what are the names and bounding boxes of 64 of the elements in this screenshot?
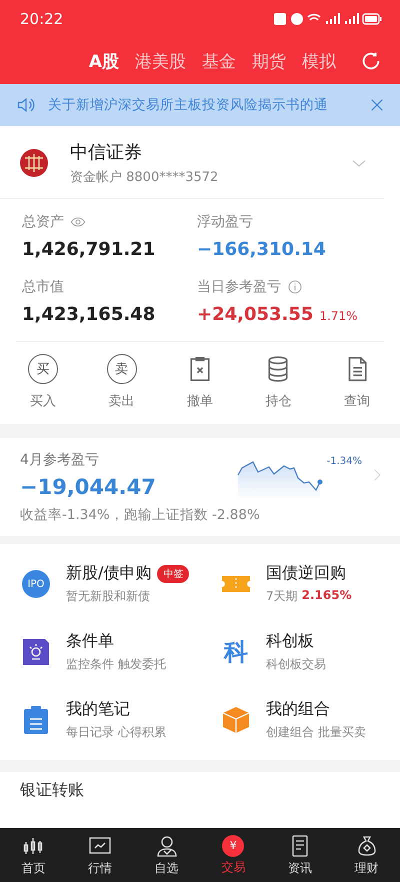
month-label: 4月参考盈亏 <box>20 451 100 469</box>
nav-tab[interactable]: 自选 <box>138 834 195 876</box>
service-item[interactable]: 条件单 监控条件 触发委托 <box>0 618 200 686</box>
yuan-icon: ¥ <box>222 834 244 856</box>
status-badge: 中签 <box>157 564 190 582</box>
stat-value: −166,310.14 <box>197 239 326 260</box>
speaker-icon <box>16 95 36 115</box>
service-title: 国债逆回购 <box>266 563 346 584</box>
service-item[interactable]: 科 科创板 科创板交易 <box>200 618 400 686</box>
broker-name: 中信证券 <box>70 141 143 164</box>
market-tab[interactable]: A股 <box>88 50 119 72</box>
ipo-icon: IPO <box>22 570 50 598</box>
service-item[interactable]: 我的组合 创建组合 批量买卖 <box>200 686 400 754</box>
nav-tab[interactable]: 首页 <box>5 834 62 876</box>
nav-tab[interactable]: ¥ 交易 <box>205 834 262 876</box>
stat-label: 总资产 <box>22 213 64 231</box>
user-icon <box>154 834 179 858</box>
service-subtitle: 每日记录 心得积累 <box>66 724 166 741</box>
service-item[interactable]: IPO 新股/债申购 中签 暂无新股和新债 <box>0 550 200 618</box>
stat-label: 当日参考盈亏 <box>197 278 281 296</box>
service-subtitle: 创建组合 批量买卖 <box>266 724 366 741</box>
info-icon[interactable] <box>287 279 303 295</box>
service-title: 我的组合 <box>266 699 330 720</box>
service-title: 新股/债申购 <box>66 563 152 584</box>
service-subtitle: 7天期 <box>266 588 298 605</box>
stat-label: 浮动盈亏 <box>197 213 253 231</box>
service-item[interactable]: 我的笔记 每日记录 心得积累 <box>0 686 200 754</box>
account-number: 资金帐户 8800****3572 <box>70 169 220 186</box>
service-title: 我的笔记 <box>66 699 130 720</box>
service-title: 科创板 <box>266 631 314 652</box>
lightbulb-icon <box>23 639 49 665</box>
transfer-label[interactable]: 银证转账 <box>20 780 84 801</box>
cube-icon <box>222 706 250 734</box>
service-subtitle: 科创板交易 <box>266 656 326 673</box>
stat-value: +24,053.55 <box>197 304 314 325</box>
nav-tab[interactable]: 行情 <box>72 834 128 876</box>
ticket-icon <box>222 573 250 595</box>
action-button[interactable]: 持仓 <box>248 354 308 410</box>
stat-label: 总市值 <box>22 278 64 296</box>
refresh-icon[interactable] <box>360 50 382 72</box>
stat-value: 1,426,791.21 <box>22 239 156 260</box>
nav-tab[interactable]: 理财 <box>338 834 395 876</box>
sell-icon: 卖 <box>106 354 137 384</box>
notepad-icon <box>24 706 48 734</box>
rate-value: 2.165% <box>302 588 352 604</box>
chart-label: -1.34% <box>326 456 362 467</box>
stat-value: 1,423,165.48 <box>22 304 156 325</box>
status-time: 20:22 <box>20 10 64 28</box>
service-item[interactable]: 国债逆回购 7天期 2.165% <box>200 550 400 618</box>
action-button[interactable]: 卖 卖出 <box>92 354 152 410</box>
service-title: 条件单 <box>66 631 114 652</box>
close-icon[interactable] <box>370 98 384 112</box>
service-subtitle: 暂无新股和新债 <box>66 588 150 605</box>
buy-icon: 买 <box>28 354 58 384</box>
percent-change: 1.71% <box>319 309 358 323</box>
broker-logo <box>20 149 48 177</box>
return-summary: 收益率-1.34%，跑输上证指数 -2.88% <box>20 506 261 524</box>
nav-tab[interactable]: 资讯 <box>272 834 328 876</box>
star-market-icon: 科 <box>224 636 248 668</box>
action-button[interactable]: 买 买入 <box>13 354 74 410</box>
month-profit: −19,044.47 <box>20 475 157 499</box>
action-button[interactable]: 查询 <box>326 354 387 410</box>
service-subtitle: 监控条件 触发委托 <box>66 656 166 673</box>
action-button[interactable]: 撤单 <box>170 354 230 410</box>
